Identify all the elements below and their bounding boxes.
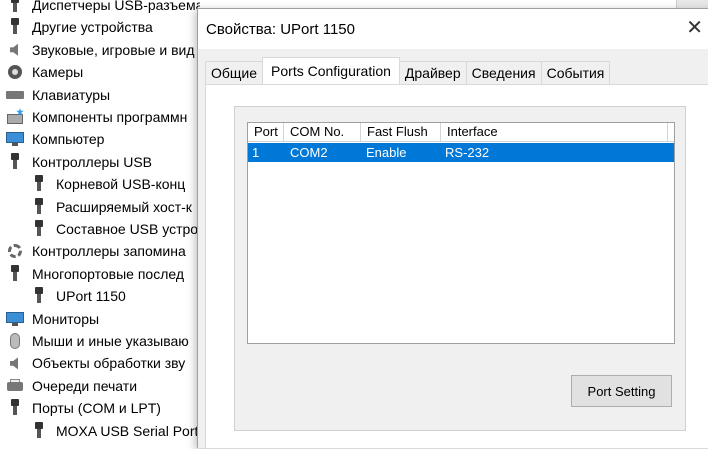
cell-interface: RS-232 [445, 145, 490, 160]
ports-list-header: Port COM No. Fast Flush Interface [248, 123, 674, 142]
usb-icon [30, 220, 48, 238]
tree-item[interactable]: Мониторы [6, 308, 99, 330]
camera-icon [6, 63, 24, 81]
close-icon[interactable]: ✕ [686, 17, 703, 39]
tree-item[interactable]: Другие устройства [6, 16, 153, 38]
tree-item-label: Другие устройства [32, 19, 153, 36]
tree-item[interactable]: Порты (COM и LPT) [6, 397, 161, 419]
usb-icon [30, 175, 48, 193]
printer-icon [6, 377, 24, 395]
tree-item-label: Звуковые, игровые и вид [32, 41, 195, 58]
tree-item-label: Составное USB устро [56, 221, 199, 237]
monitor-icon [6, 130, 24, 148]
tab-general[interactable]: Общие [205, 61, 264, 84]
tree-item[interactable]: Очереди печати [6, 375, 137, 397]
tree-item-label: Мониторы [32, 310, 100, 327]
tree-item[interactable]: Составное USB устро [30, 218, 198, 240]
background-window-fragment [676, 0, 708, 8]
usb-icon [30, 421, 48, 440]
tree-item[interactable]: Расширяемый хост-к [30, 196, 192, 218]
speaker-icon [6, 41, 24, 59]
tree-item-label: Очереди печати [32, 377, 138, 394]
table-row[interactable]: 1 COM2 Enable RS-232 [248, 143, 674, 162]
tab-events[interactable]: События [540, 61, 611, 84]
unknown-device-icon [6, 18, 24, 36]
device-tree: Диспетчеры USB-разъема Другие устройства З… [0, 0, 200, 443]
monitor-icon [6, 310, 24, 328]
tab-details[interactable]: Сведения [465, 61, 542, 84]
tree-item[interactable]: Камеры [6, 61, 83, 83]
tree-item[interactable]: UPort 1150 [30, 285, 126, 307]
keyboard-icon [6, 86, 24, 104]
tree-item[interactable]: Клавиатуры [6, 84, 110, 106]
tree-item-label: Порты (COM и LPT) [32, 400, 161, 417]
tree-item[interactable]: Мыши и иные указываю [6, 330, 189, 352]
tree-item-label: UPort 1150 [56, 288, 126, 305]
usb-icon [6, 0, 24, 14]
tree-item-label: Многопортовые послед [32, 265, 185, 282]
ports-list[interactable]: Port COM No. Fast Flush Interface 1 COM2… [247, 122, 675, 344]
tree-item-label: Камеры [32, 64, 84, 81]
column-header-port[interactable]: Port [248, 123, 284, 141]
cell-port: 1 [252, 145, 260, 160]
tree-item[interactable]: Контроллеры запомина [6, 240, 186, 262]
tree-item-label: Диспетчеры USB-разъема [32, 0, 200, 13]
tree-item-label: Контроллеры запомина [32, 243, 186, 260]
usb-icon [6, 399, 24, 417]
ports-group: Port COM No. Fast Flush Interface 1 COM2… [234, 106, 686, 431]
tree-item-label: Компоненты программн [32, 109, 188, 125]
cell-com-no: COM2 [290, 145, 328, 160]
usb-icon [30, 197, 48, 216]
tree-item-label: Расширяемый хост-к [56, 198, 192, 215]
tree-item[interactable]: Диспетчеры USB-разъема [6, 0, 200, 16]
tree-item-label: Компьютер [32, 131, 105, 148]
tree-item[interactable]: Объекты обработки зву [6, 352, 185, 374]
cell-fast-flush: Enable [366, 145, 407, 160]
tree-item-label: Корневой USB-конц [56, 176, 186, 193]
ports-configuration-panel: Port COM No. Fast Flush Interface 1 COM2… [205, 84, 708, 449]
tree-item[interactable]: MOXA USB Serial Port [30, 420, 198, 442]
software-component-icon [6, 108, 24, 126]
usb-icon [6, 264, 24, 283]
tree-item[interactable]: Многопортовые послед [6, 263, 184, 285]
speaker-icon [6, 354, 24, 372]
column-header-fast-flush[interactable]: Fast Flush [361, 123, 441, 141]
dialog-titlebar: Свойства: UPort 1150 ✕ [198, 9, 708, 49]
dialog-title: Свойства: UPort 1150 [206, 20, 355, 38]
storage-controller-icon [6, 242, 24, 260]
tree-item-label: Клавиатуры [32, 86, 111, 103]
tree-item[interactable]: Контроллеры USB [6, 151, 152, 173]
tree-item[interactable]: Корневой USB-конц [30, 173, 185, 195]
tree-item-label: Объекты обработки зву [32, 355, 186, 372]
tab-ports-configuration[interactable]: Ports Configuration [262, 57, 400, 84]
tree-item-label: Контроллеры USB [32, 153, 152, 170]
tree-item[interactable]: Компоненты программн [6, 106, 187, 128]
tab-driver[interactable]: Драйвер [398, 61, 467, 84]
usb-icon [6, 152, 24, 171]
tab-strip: Общие Ports Configuration Драйвер Сведен… [205, 57, 611, 84]
properties-dialog: Свойства: UPort 1150 ✕ Общие Ports Confi… [197, 8, 708, 449]
tree-item-label: MOXA USB Serial Port [56, 422, 199, 439]
mouse-icon [6, 332, 24, 350]
usb-icon [30, 287, 48, 305]
port-setting-button[interactable]: Port Setting [571, 375, 672, 407]
tree-item[interactable]: Компьютер [6, 128, 104, 150]
tree-item-label: Мыши и иные указываю [32, 333, 189, 349]
column-header-interface[interactable]: Interface [441, 123, 668, 141]
tree-item[interactable]: Звуковые, игровые и вид [6, 39, 195, 61]
column-header-com-no[interactable]: COM No. [284, 123, 361, 141]
